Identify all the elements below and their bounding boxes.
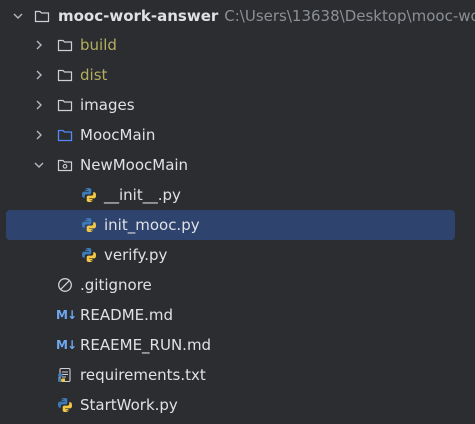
folder-icon	[57, 97, 73, 113]
tree-row-moocmain[interactable]: MoocMain	[0, 120, 475, 150]
file-label-init-py: __init__.py	[104, 186, 181, 204]
folder-label-newmoocmain: NewMoocMain	[80, 156, 189, 174]
tree-row-verify-py[interactable]: verify.py	[0, 240, 475, 270]
tree-row-reaeme-run-md[interactable]: M↓ REAEME_RUN.md	[0, 330, 475, 360]
tree-row-images[interactable]: images	[0, 90, 475, 120]
tree-row-init-mooc-py[interactable]: init_mooc.py	[0, 210, 475, 240]
requirements-file-icon	[57, 367, 73, 383]
folder-icon	[57, 67, 73, 83]
folder-label-moocmain: MoocMain	[80, 126, 156, 144]
file-label-gitignore: .gitignore	[80, 276, 152, 294]
project-tree: mooc-work-answer C:\Users\13638\Desktop\m…	[0, 0, 475, 424]
python-file-icon	[57, 397, 73, 413]
tree-row-init-py[interactable]: __init__.py	[0, 180, 475, 210]
folder-label-dist: dist	[80, 66, 108, 84]
tree-row-startwork-py[interactable]: StartWork.py	[0, 390, 475, 420]
markdown-file-icon: M↓	[56, 338, 77, 352]
project-root-label: mooc-work-answer C:\Users\13638\Desktop\m…	[58, 1, 475, 31]
python-file-icon	[81, 247, 97, 263]
ignore-file-icon	[57, 277, 73, 293]
chevron-right-icon[interactable]	[31, 37, 47, 53]
tree-row-project-root[interactable]: mooc-work-answer C:\Users\13638\Desktop\m…	[0, 1, 475, 31]
tree-row-build[interactable]: build	[0, 30, 475, 60]
tree-row-readme-md[interactable]: M↓ README.md	[0, 300, 475, 330]
tree-row-requirements-txt[interactable]: requirements.txt	[0, 360, 475, 390]
file-label-readme-md: README.md	[80, 306, 174, 324]
tree-row-dist[interactable]: dist	[0, 60, 475, 90]
markdown-file-icon: M↓	[56, 308, 77, 322]
tree-row-gitignore[interactable]: .gitignore	[0, 270, 475, 300]
python-file-icon	[81, 187, 97, 203]
folder-icon	[57, 37, 73, 53]
chevron-right-icon[interactable]	[31, 127, 47, 143]
file-label-init-mooc-py: init_mooc.py	[104, 216, 200, 234]
file-label-reaeme-run-md: REAEME_RUN.md	[80, 336, 212, 354]
project-path: C:\Users\13638\Desktop\mooc-wor	[224, 7, 475, 25]
file-label-requirements-txt: requirements.txt	[80, 366, 206, 384]
python-file-icon	[81, 217, 97, 233]
chevron-down-icon[interactable]	[31, 157, 47, 173]
package-folder-icon	[57, 157, 73, 173]
module-folder-icon	[57, 127, 73, 143]
folder-label-images: images	[80, 96, 135, 114]
chevron-right-icon[interactable]	[31, 67, 47, 83]
folder-icon	[34, 8, 50, 24]
project-name: mooc-work-answer	[58, 7, 219, 25]
file-label-verify-py: verify.py	[104, 246, 168, 264]
chevron-down-icon[interactable]	[10, 8, 26, 24]
tree-row-newmoocmain[interactable]: NewMoocMain	[0, 150, 475, 180]
file-label-startwork-py: StartWork.py	[80, 396, 178, 414]
folder-label-build: build	[80, 36, 117, 54]
chevron-right-icon[interactable]	[31, 97, 47, 113]
